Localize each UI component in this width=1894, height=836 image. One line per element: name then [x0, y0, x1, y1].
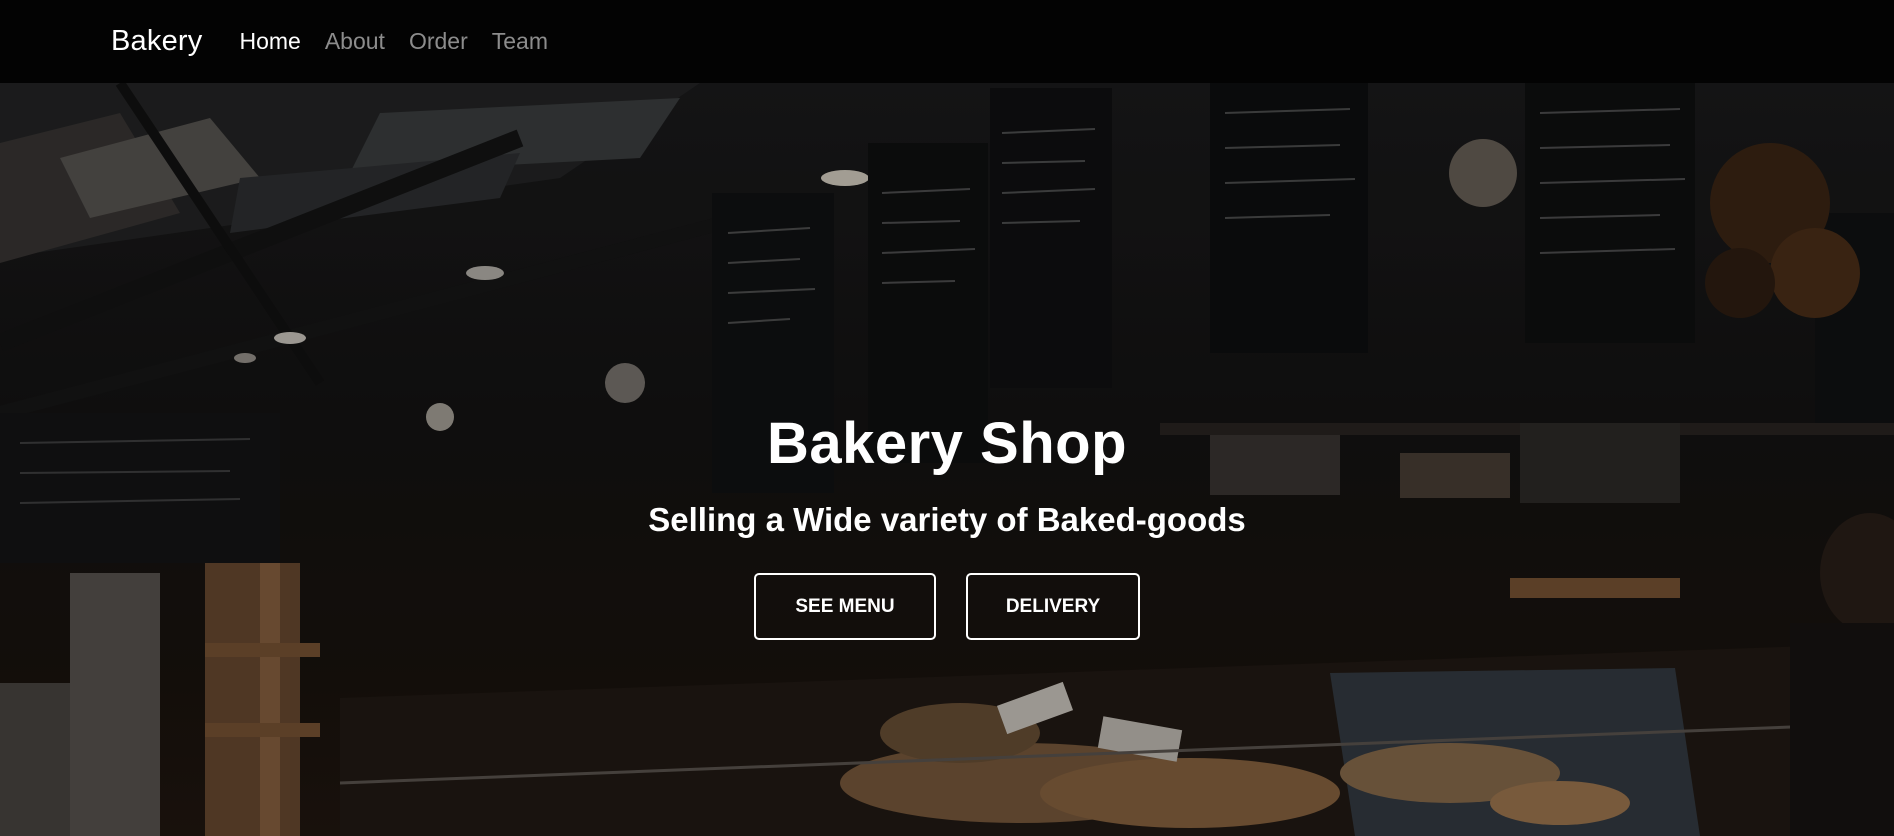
hero-section: Bakery Shop Selling a Wide variety of Ba… [0, 83, 1894, 836]
delivery-button[interactable]: DELIVERY [966, 573, 1140, 640]
hero-subtitle: Selling a Wide variety of Baked-goods [648, 501, 1246, 538]
nav-link-team[interactable]: Team [492, 28, 548, 55]
nav-link-about[interactable]: About [325, 28, 385, 55]
brand-logo[interactable]: Bakery [111, 25, 202, 58]
hero-buttons: SEE MENU DELIVERY [754, 573, 1140, 640]
see-menu-button[interactable]: SEE MENU [754, 573, 936, 640]
navbar: Bakery Home About Order Team [0, 0, 1894, 83]
hero-title: Bakery Shop [766, 411, 1128, 476]
nav-link-order[interactable]: Order [409, 28, 468, 55]
hero-content: Bakery Shop Selling a Wide variety of Ba… [0, 83, 1894, 836]
nav-links: Home About Order Team [239, 28, 548, 55]
nav-link-home[interactable]: Home [239, 28, 300, 55]
